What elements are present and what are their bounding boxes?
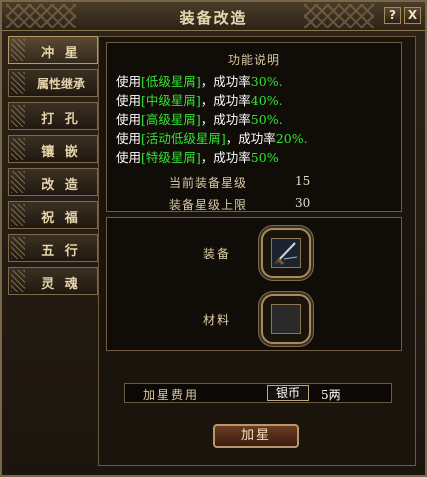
material-slot[interactable]	[257, 294, 315, 344]
tab-inlay[interactable]: 镶 嵌	[8, 135, 98, 163]
success-rate: 50%.	[250, 112, 283, 127]
tab-label: 属性继承	[36, 77, 85, 91]
title-bar[interactable]: 装备改造 ? X	[2, 2, 425, 31]
item-name: [高级星屑]	[141, 112, 201, 127]
fee-label: 加星费用	[143, 388, 200, 402]
tab-ornament	[11, 171, 25, 193]
help-button[interactable]: ?	[384, 7, 401, 24]
equipment-panel: 装备 材料	[106, 217, 402, 351]
description-line: 使用[高级星屑]，成功率50%.	[116, 110, 308, 129]
tab-label: 打 孔	[41, 112, 81, 127]
tab-label: 改 造	[41, 178, 81, 193]
material-label: 材料	[203, 313, 232, 327]
max-star-label: 装备星级上限	[168, 198, 247, 212]
success-rate: 50%	[250, 150, 279, 165]
material-slot-empty	[271, 304, 301, 334]
success-rate: 40%.	[250, 93, 283, 108]
tab-ornament	[11, 204, 25, 226]
tab-ornament	[11, 237, 25, 259]
description-line: 使用[特级星屑]，成功率50%	[116, 148, 308, 167]
tab-ornament	[11, 138, 25, 160]
current-star-label: 当前装备星级	[168, 176, 247, 190]
tab-five-elements[interactable]: 五 行	[8, 234, 98, 262]
tab-label: 镶 嵌	[41, 145, 81, 160]
tab-label: 冲 星	[41, 46, 81, 61]
fee-amount: 5两	[321, 388, 341, 402]
line-prefix: 使用	[116, 131, 142, 146]
tab-attribute-inherit[interactable]: 属性继承	[8, 69, 98, 97]
tab-soul[interactable]: 灵 魂	[8, 267, 98, 295]
line-mid: ，成功率	[200, 74, 251, 89]
tab-bless[interactable]: 祝 福	[8, 201, 98, 229]
tab-label: 祝 福	[41, 211, 81, 226]
line-mid: ，成功率	[200, 112, 251, 127]
item-name: [特级星屑]	[141, 150, 201, 165]
tab-label: 五 行	[41, 244, 81, 259]
description-panel: 功能说明 使用[低级星屑]，成功率30%. 使用[中级星屑]，成功率40%. 使…	[106, 42, 402, 212]
tab-list: 冲 星 属性继承 打 孔 镶 嵌 改 造 祝 福 五 行 灵 魂	[8, 36, 98, 300]
line-prefix: 使用	[116, 112, 142, 127]
tab-modify[interactable]: 改 造	[8, 168, 98, 196]
current-star-value: 15	[295, 174, 311, 188]
tab-label: 灵 魂	[41, 277, 81, 292]
item-name: [活动低级星屑]	[141, 131, 226, 146]
close-button[interactable]: X	[404, 7, 421, 24]
window-title: 装备改造	[179, 9, 248, 27]
max-star-value: 30	[295, 196, 311, 210]
item-name: [中级星屑]	[141, 93, 201, 108]
tab-punch-hole[interactable]: 打 孔	[8, 102, 98, 130]
add-star-button[interactable]: 加星	[213, 424, 299, 448]
success-rate: 20%.	[275, 131, 308, 146]
tab-ornament	[11, 105, 25, 127]
line-mid: ，成功率	[200, 150, 251, 165]
equipment-slot[interactable]	[257, 228, 315, 278]
description-title: 功能说明	[227, 53, 280, 67]
description-line: 使用[活动低级星屑]，成功率20%.	[116, 129, 308, 148]
line-prefix: 使用	[116, 74, 142, 89]
description-line: 使用[低级星屑]，成功率30%.	[116, 72, 308, 91]
line-mid: ，成功率	[200, 93, 251, 108]
line-mid: ，成功率	[225, 131, 276, 146]
description-line: 使用[中级星屑]，成功率40%.	[116, 91, 308, 110]
equipment-label: 装备	[203, 247, 232, 261]
fee-bar: 加星费用 银币 5两	[124, 383, 392, 403]
tab-ornament	[11, 270, 25, 292]
line-prefix: 使用	[116, 93, 142, 108]
sword-icon[interactable]	[271, 238, 301, 268]
currency-label: 银币	[267, 385, 309, 401]
tab-chongxing[interactable]: 冲 星	[8, 36, 98, 64]
success-rate: 30%.	[250, 74, 283, 89]
tab-ornament	[11, 39, 25, 61]
item-name: [低级星屑]	[141, 74, 201, 89]
tab-ornament	[11, 72, 25, 94]
line-prefix: 使用	[116, 150, 142, 165]
description-lines: 使用[低级星屑]，成功率30%. 使用[中级星屑]，成功率40%. 使用[高级星…	[116, 72, 308, 167]
